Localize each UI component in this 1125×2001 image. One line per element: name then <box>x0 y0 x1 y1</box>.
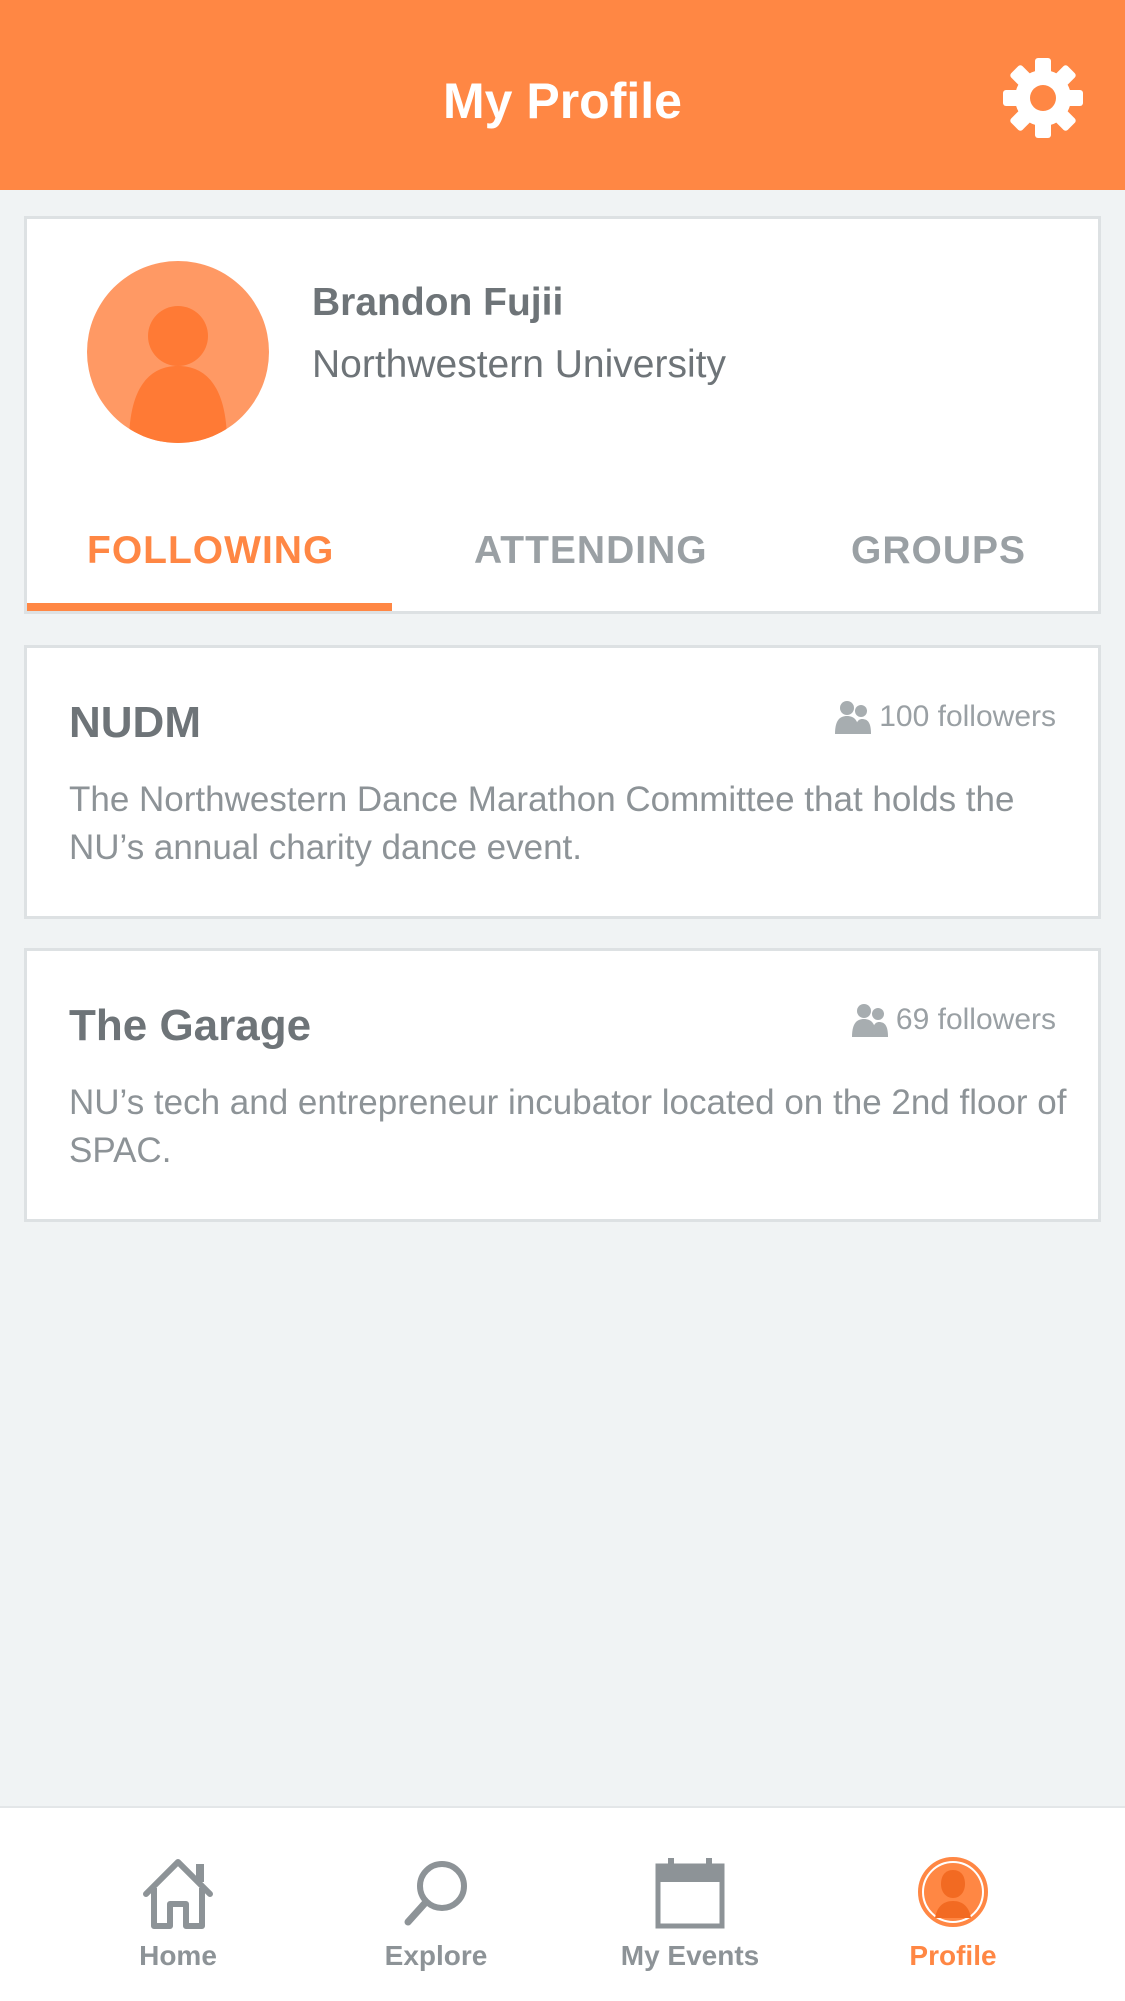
group-description: NU’s tech and entrepreneur incubator loc… <box>69 1083 1067 1170</box>
page-title: My Profile <box>443 73 682 129</box>
followers-count: 100 followers <box>835 700 1056 734</box>
tab-groups[interactable]: GROUPS <box>851 529 1026 573</box>
followers-label: 69 followers <box>895 1003 1056 1036</box>
tab-attending[interactable]: ATTENDING <box>474 529 708 573</box>
profile-school: Northwestern University <box>312 343 726 386</box>
nav-my-events[interactable]: My Events <box>580 1808 800 2001</box>
top-header: My Profile <box>0 0 1125 190</box>
home-icon <box>143 1859 213 1929</box>
profile-card: Brandon Fujii Northwestern University FO… <box>24 216 1101 614</box>
nav-profile-label: Profile <box>909 1940 997 1971</box>
followers-count: 69 followers <box>851 1003 1056 1037</box>
profile-name: Brandon Fujii <box>312 281 564 324</box>
people-icon <box>851 1004 888 1037</box>
people-icon <box>835 701 872 734</box>
group-description: The Northwestern Dance Marathon Committe… <box>69 780 1015 867</box>
person-icon <box>129 306 227 443</box>
nav-my-events-label: My Events <box>620 1940 760 1971</box>
profile-icon <box>918 1857 988 1927</box>
calendar-icon <box>655 1858 725 1929</box>
gear-icon <box>1003 58 1083 138</box>
nav-home[interactable]: Home <box>68 1808 288 2001</box>
group-card[interactable]: The Garage 69 followers NU’s tech and en… <box>24 948 1101 1222</box>
bottom-nav: Home Explore My Events Profile <box>0 1806 1125 2001</box>
nav-explore-label: Explore <box>384 1940 488 1971</box>
nav-explore[interactable]: Explore <box>326 1808 546 2001</box>
followers-label: 100 followers <box>879 700 1056 733</box>
group-name: The Garage <box>69 1001 312 1050</box>
nav-home-label: Home <box>139 1940 217 1971</box>
nav-profile[interactable]: Profile <box>843 1808 1063 2001</box>
active-tab-indicator <box>27 603 392 611</box>
settings-button[interactable] <box>1000 55 1086 141</box>
tab-following[interactable]: FOLLOWING <box>87 529 334 573</box>
search-icon <box>404 1861 467 1926</box>
group-name: NUDM <box>69 698 201 747</box>
group-card[interactable]: NUDM 100 followers The Northwestern Danc… <box>24 645 1101 919</box>
avatar[interactable] <box>87 261 269 443</box>
